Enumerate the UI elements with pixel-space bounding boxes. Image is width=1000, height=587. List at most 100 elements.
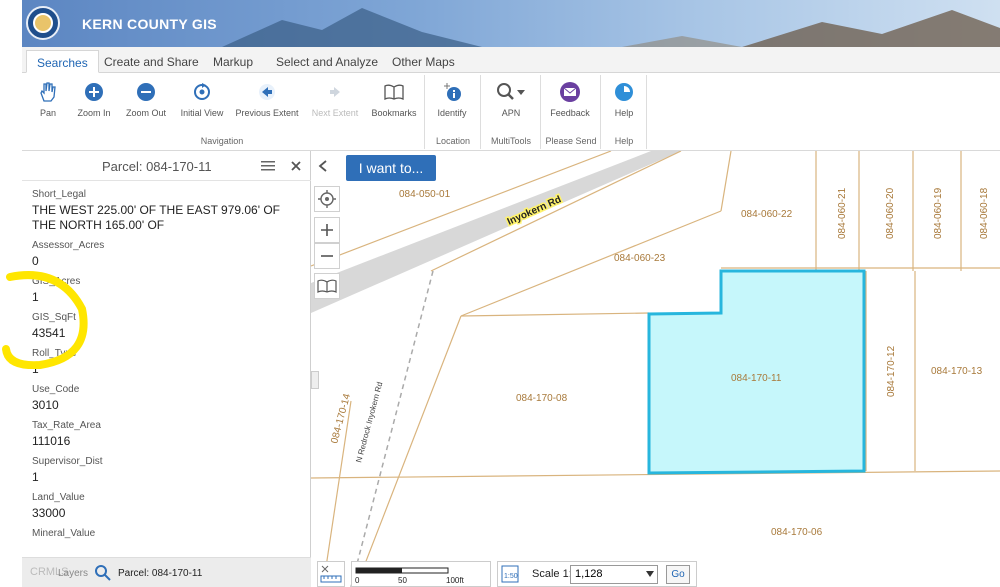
ribbon-separator bbox=[646, 75, 647, 149]
help-button[interactable]: Help bbox=[606, 79, 642, 118]
scale-tick: 50 bbox=[398, 576, 407, 585]
panel-title: Parcel: 084-170-11 bbox=[102, 159, 212, 174]
parcel-label: 084-060-18 bbox=[979, 187, 990, 239]
group-label-multitools: MultiTools bbox=[490, 136, 531, 146]
parcel-label: 084-170-06 bbox=[771, 527, 823, 538]
map-zoom-in-button[interactable] bbox=[314, 217, 340, 243]
tab-select-and-analyze[interactable]: Select and Analyze bbox=[266, 50, 388, 73]
ribbon-separator bbox=[600, 75, 601, 149]
plus-icon bbox=[321, 224, 333, 236]
ruler-icon bbox=[320, 565, 342, 583]
scale-tick: 100ft bbox=[446, 576, 464, 585]
scale-tick: 0 bbox=[355, 576, 360, 585]
parcel-label: 084-170-11 bbox=[731, 373, 782, 384]
previous-extent-button[interactable]: Previous Extent bbox=[234, 79, 300, 118]
results-tab[interactable]: Parcel: 084-170-11 bbox=[118, 568, 202, 579]
parcel-label: 084-060-20 bbox=[885, 187, 896, 239]
mail-icon bbox=[560, 82, 580, 102]
selected-parcel[interactable] bbox=[647, 269, 866, 475]
yellow-highlight-annotation bbox=[2, 271, 88, 369]
field-mineral-value: Mineral_Value bbox=[32, 528, 96, 539]
parcel-label: 084-060-19 bbox=[933, 187, 944, 239]
panel-header: Parcel: 084-170-11 bbox=[22, 151, 311, 181]
refresh-icon bbox=[194, 83, 210, 100]
map-view[interactable]: 084-050-01 084-060-22 084-060-21 084-060… bbox=[311, 151, 1000, 587]
field-supervisor-dist: Supervisor_Dist 1 bbox=[32, 456, 103, 484]
toolbar-ribbon: Pan Zoom In Zoom Out Initial View Previo… bbox=[22, 73, 1000, 151]
panel-resize-handle[interactable] bbox=[311, 371, 319, 389]
crosshair-icon bbox=[318, 190, 336, 208]
field-tax-rate-area: Tax_Rate_Area 111016 bbox=[32, 420, 101, 448]
map-bookmarks-button[interactable] bbox=[314, 273, 340, 299]
help-icon bbox=[615, 83, 633, 101]
menu-icon[interactable] bbox=[261, 160, 275, 172]
tab-create-and-share[interactable]: Create and Share bbox=[94, 50, 209, 73]
book-icon bbox=[317, 279, 337, 293]
info-icon bbox=[444, 83, 461, 101]
layers-tab[interactable]: Layers bbox=[58, 568, 88, 579]
minus-circle-icon bbox=[137, 83, 155, 101]
chevron-down-icon bbox=[646, 571, 654, 577]
tab-other-maps[interactable]: Other Maps bbox=[382, 50, 465, 73]
map-zoom-out-button[interactable] bbox=[314, 243, 340, 269]
scale-label: Scale 1: bbox=[532, 568, 572, 580]
apn-button[interactable]: APN bbox=[486, 79, 536, 118]
ruler-tool-button[interactable] bbox=[317, 561, 345, 587]
arrow-right-icon bbox=[330, 87, 340, 97]
group-label-please-send: Please Send bbox=[545, 136, 597, 146]
scale-icon: 1:50 bbox=[501, 565, 519, 583]
results-search-icon[interactable] bbox=[94, 564, 112, 582]
panel-footer: CRMLS Layers Parcel: 084-170-11 bbox=[22, 557, 311, 587]
scale-bar-graphic bbox=[355, 567, 449, 574]
arrow-left-icon bbox=[259, 84, 275, 100]
zoom-out-button[interactable]: Zoom Out bbox=[122, 79, 170, 118]
tab-searches[interactable]: Searches bbox=[26, 50, 99, 73]
parcel-label: 084-060-21 bbox=[837, 187, 848, 239]
parcel-label: 084-060-23 bbox=[614, 253, 666, 264]
identify-button[interactable]: Identify bbox=[430, 79, 474, 118]
ribbon-separator bbox=[424, 75, 425, 149]
minus-icon bbox=[321, 255, 333, 257]
i-want-to-button[interactable]: I want to... bbox=[346, 155, 436, 181]
attribute-list: Short_Legal THE WEST 225.00' OF THE EAST … bbox=[32, 189, 304, 557]
locate-button[interactable] bbox=[314, 186, 340, 212]
initial-view-button[interactable]: Initial View bbox=[178, 79, 226, 118]
magnifier-icon bbox=[497, 83, 525, 100]
parcel-label: 084-170-14 bbox=[329, 392, 353, 445]
app-window: KERN COUNTY GIS Searches Create and Shar… bbox=[0, 0, 1000, 587]
zoom-in-button[interactable]: Zoom In bbox=[74, 79, 114, 118]
field-short-legal: Short_Legal THE WEST 225.00' OF THE EAST … bbox=[32, 189, 281, 232]
tab-markup[interactable]: Markup bbox=[203, 50, 263, 73]
parcel-label: 084-060-22 bbox=[741, 209, 793, 220]
parcel-map-canvas[interactable]: 084-050-01 084-060-22 084-060-21 084-060… bbox=[311, 151, 1000, 587]
group-label-navigation: Navigation bbox=[200, 136, 244, 146]
side-road-label: N Redrock Inyokern Rd bbox=[354, 381, 384, 464]
parcel-label: 084-170-08 bbox=[516, 393, 568, 404]
field-land-value: Land_Value 33000 bbox=[32, 492, 85, 520]
header-banner: KERN COUNTY GIS bbox=[22, 0, 1000, 47]
field-assessor-acres: Assessor_Acres 0 bbox=[32, 240, 105, 268]
feedback-button[interactable]: Feedback bbox=[544, 79, 596, 118]
plus-circle-icon bbox=[85, 83, 103, 101]
svg-text:1:50: 1:50 bbox=[504, 573, 518, 580]
parcel-label: 084-170-12 bbox=[886, 345, 897, 397]
parcel-label: 084-170-13 bbox=[931, 366, 983, 377]
scale-select[interactable]: 1,128 bbox=[570, 565, 658, 584]
app-title: KERN COUNTY GIS bbox=[82, 16, 217, 32]
close-icon[interactable] bbox=[290, 160, 302, 172]
county-seal-logo[interactable] bbox=[26, 6, 60, 40]
pan-button[interactable]: Pan bbox=[30, 79, 66, 118]
group-label-location: Location bbox=[435, 136, 471, 146]
chevron-left-icon bbox=[318, 160, 327, 172]
hand-icon bbox=[40, 82, 56, 102]
book-icon bbox=[384, 84, 404, 101]
bookmarks-button[interactable]: Bookmarks bbox=[368, 79, 420, 118]
next-extent-button[interactable]: Next Extent bbox=[308, 79, 362, 118]
ribbon-separator bbox=[540, 75, 541, 149]
scale-bar: 0 50 100ft bbox=[351, 561, 491, 587]
field-use-code: Use_Code 3010 bbox=[32, 384, 80, 412]
group-label-help: Help bbox=[614, 136, 634, 146]
scale-go-button[interactable]: Go bbox=[666, 565, 690, 584]
collapse-panel-button[interactable] bbox=[317, 159, 329, 178]
parcel-label: 084-050-01 bbox=[399, 189, 451, 200]
